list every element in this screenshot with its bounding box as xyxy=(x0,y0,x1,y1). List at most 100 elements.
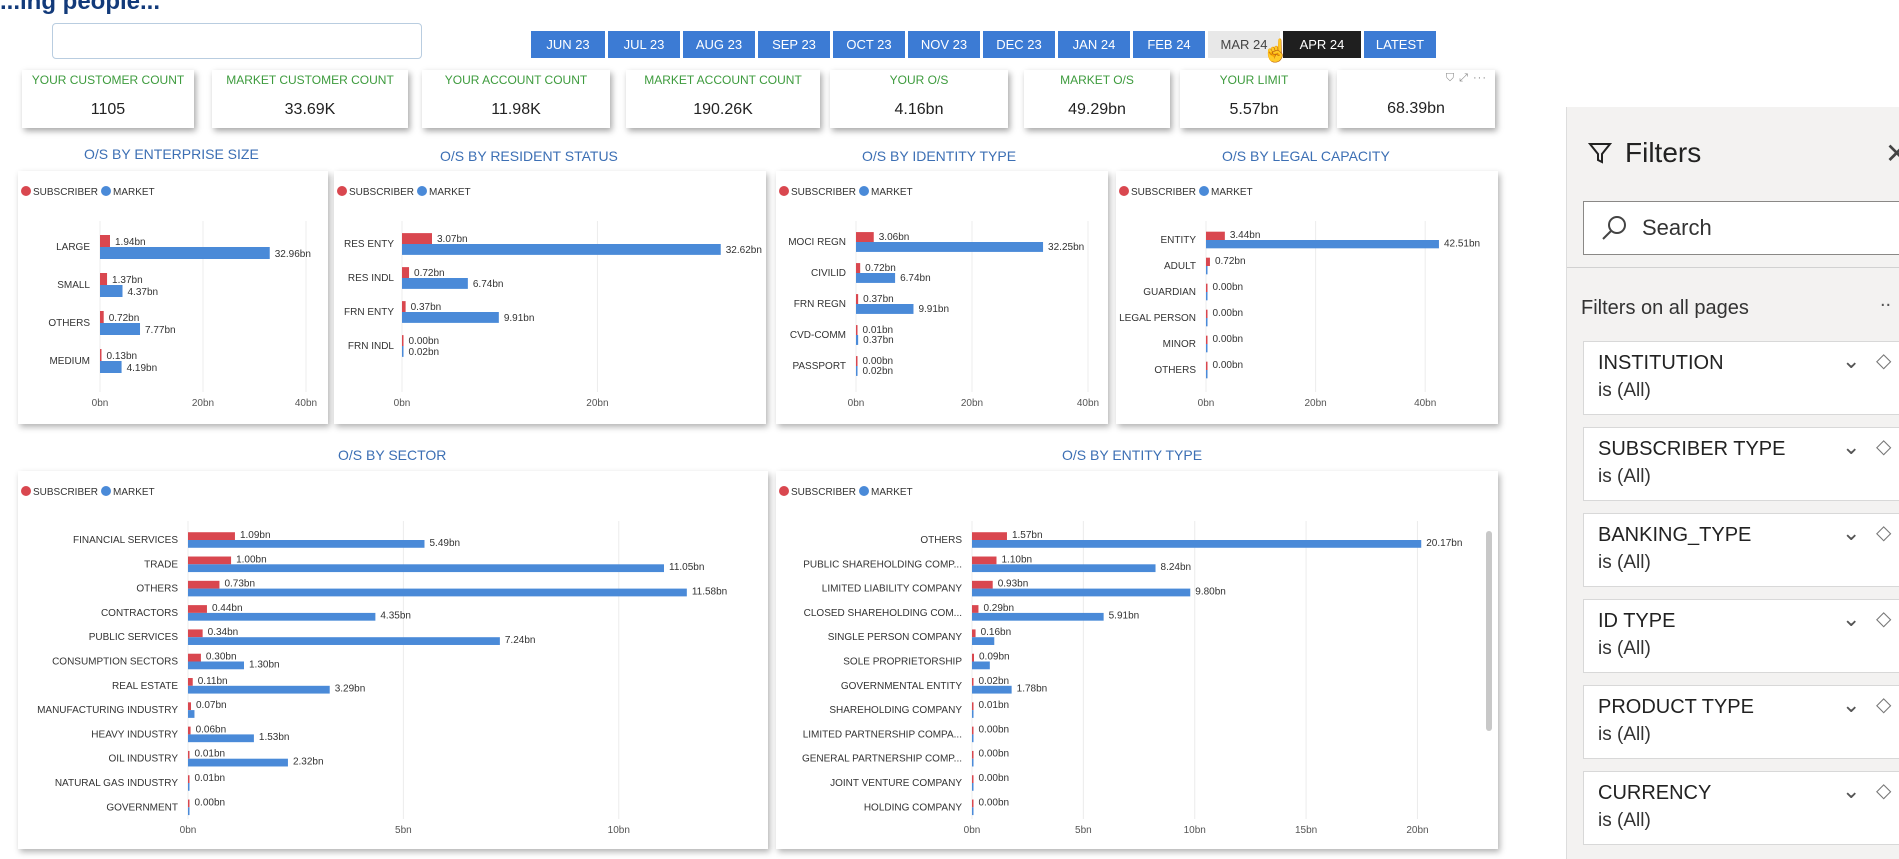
bar-market[interactable] xyxy=(1206,292,1208,301)
bar-subscriber[interactable] xyxy=(188,653,201,662)
bar-market[interactable] xyxy=(402,244,721,255)
bar-market[interactable] xyxy=(402,346,404,357)
chevron-down-icon[interactable]: ⌄ xyxy=(1842,778,1860,804)
month-button[interactable]: OCT 23 xyxy=(833,31,905,58)
close-icon[interactable]: ✕ xyxy=(1885,137,1899,170)
visual-header-icons[interactable]: ⛉ ⤢ ··· xyxy=(1446,72,1487,85)
eraser-icon[interactable]: ◇ xyxy=(1876,434,1891,459)
month-button[interactable]: JAN 24 xyxy=(1058,31,1130,58)
bar-subscriber[interactable] xyxy=(972,702,974,711)
bar-market[interactable] xyxy=(972,807,974,816)
bar-subscriber[interactable] xyxy=(188,702,192,711)
bar-subscriber[interactable] xyxy=(972,653,975,662)
bar-market[interactable] xyxy=(402,278,468,289)
bar-market[interactable] xyxy=(188,758,288,767)
chart-legend[interactable]: SUBSCRIBER MARKET xyxy=(337,186,471,198)
bar-chart[interactable]: SUBSCRIBER MARKET 0bn 20bn 40bn ENTITY 3.44bn 4… xyxy=(1116,171,1498,424)
bar-market[interactable] xyxy=(188,540,425,548)
bar-market[interactable] xyxy=(100,323,141,335)
bar-market[interactable] xyxy=(188,564,664,573)
bar-subscriber[interactable] xyxy=(100,273,108,285)
bar-subscriber[interactable] xyxy=(1206,335,1208,344)
chevron-down-icon[interactable]: ⌄ xyxy=(1842,348,1860,374)
chevron-down-icon[interactable]: ⌄ xyxy=(1842,434,1860,460)
chevron-down-icon[interactable]: ⌄ xyxy=(1842,520,1860,546)
bar-chart[interactable]: SUBSCRIBER MARKET 0bn 20bn 40bn LARGE 1.94bn 32… xyxy=(18,171,328,424)
bar-market[interactable] xyxy=(188,783,190,791)
bar-market[interactable] xyxy=(188,734,254,743)
bar-market[interactable] xyxy=(188,612,376,621)
bar-subscriber[interactable] xyxy=(188,580,220,589)
bar-market[interactable] xyxy=(188,588,687,597)
bar-subscriber[interactable] xyxy=(856,325,858,335)
bar-subscriber[interactable] xyxy=(100,235,110,247)
bar-market[interactable] xyxy=(188,661,244,670)
bar-subscriber[interactable] xyxy=(856,294,859,304)
month-button[interactable]: DEC 23 xyxy=(983,31,1055,58)
bar-subscriber[interactable] xyxy=(972,678,974,686)
bar-subscriber[interactable] xyxy=(972,750,974,759)
month-button[interactable]: JUL 23 xyxy=(608,31,680,58)
bar-market[interactable] xyxy=(856,242,1044,252)
month-button[interactable]: JUN 23 xyxy=(531,31,605,58)
filter-card[interactable]: BANKING_TYPE is (All) ⌄ ◇ xyxy=(1583,513,1899,587)
bar-subscriber[interactable] xyxy=(188,532,235,540)
month-button[interactable]: LATEST xyxy=(1364,31,1436,58)
eraser-icon[interactable]: ◇ xyxy=(1876,606,1891,631)
bar-subscriber[interactable] xyxy=(972,556,997,565)
bar-market[interactable] xyxy=(972,685,1012,694)
filter-card[interactable]: PRODUCT TYPE is (All) ⌄ ◇ xyxy=(1583,685,1899,759)
chevron-down-icon[interactable]: ⌄ xyxy=(1842,606,1860,632)
bar-market[interactable] xyxy=(1206,240,1439,249)
bar-subscriber[interactable] xyxy=(856,263,861,273)
month-button[interactable]: AUG 23 xyxy=(683,31,755,58)
bar-market[interactable] xyxy=(402,312,499,323)
bar-market[interactable] xyxy=(972,564,1156,573)
bar-market[interactable] xyxy=(1206,370,1208,379)
bar-subscriber[interactable] xyxy=(188,678,193,686)
bar-market[interactable] xyxy=(972,783,974,791)
filters-search-input[interactable]: Search xyxy=(1583,201,1899,255)
bar-market[interactable] xyxy=(1206,266,1208,275)
bar-market[interactable] xyxy=(972,758,974,767)
filter-card[interactable]: ID TYPE is (All) ⌄ ◇ xyxy=(1583,599,1899,673)
bar-market[interactable] xyxy=(188,807,190,816)
chart-legend[interactable]: SUBSCRIBER MARKET xyxy=(779,186,913,198)
bar-market[interactable] xyxy=(856,273,896,283)
eraser-icon[interactable]: ◇ xyxy=(1876,692,1891,717)
month-button[interactable]: SEP 23 xyxy=(758,31,830,58)
bar-subscriber[interactable] xyxy=(1206,309,1208,318)
bar-subscriber[interactable] xyxy=(402,233,432,244)
bar-market[interactable] xyxy=(100,285,123,297)
bar-subscriber[interactable] xyxy=(972,532,1007,540)
bar-subscriber[interactable] xyxy=(1206,361,1208,370)
eraser-icon[interactable]: ◇ xyxy=(1876,778,1891,803)
filter-card[interactable]: SUBSCRIBER TYPE is (All) ⌄ ◇ xyxy=(1583,427,1899,501)
chart-legend[interactable]: SUBSCRIBER MARKET xyxy=(1119,186,1253,198)
chevron-down-icon[interactable]: ⌄ xyxy=(1842,692,1860,718)
bar-subscriber[interactable] xyxy=(1206,257,1210,266)
bar-subscriber[interactable] xyxy=(188,605,207,613)
bar-market[interactable] xyxy=(972,661,990,670)
bar-subscriber[interactable] xyxy=(972,580,993,589)
bar-market[interactable] xyxy=(100,361,122,373)
chart-legend[interactable]: SUBSCRIBER MARKET xyxy=(21,486,155,498)
bar-market[interactable] xyxy=(188,710,195,718)
bar-subscriber[interactable] xyxy=(972,775,974,783)
bar-market[interactable] xyxy=(972,588,1191,597)
bar-subscriber[interactable] xyxy=(100,349,102,361)
bar-subscriber[interactable] xyxy=(402,267,410,278)
month-button[interactable]: FEB 24 xyxy=(1133,31,1205,58)
bar-subscriber[interactable] xyxy=(100,311,104,323)
bar-subscriber[interactable] xyxy=(188,799,190,808)
bar-market[interactable] xyxy=(972,540,1422,548)
bar-subscriber[interactable] xyxy=(188,629,203,638)
bar-market[interactable] xyxy=(856,366,858,376)
bar-chart[interactable]: SUBSCRIBER MARKET 0bn 20bn RES ENTY 3.07bn 32.… xyxy=(334,171,766,424)
bar-subscriber[interactable] xyxy=(188,775,190,783)
bar-subscriber[interactable] xyxy=(1206,283,1208,292)
bar-subscriber[interactable] xyxy=(972,605,979,613)
more-options-icon[interactable]: .. xyxy=(1880,289,1891,312)
filter-card[interactable]: INSTITUTION is (All) ⌄ ◇ xyxy=(1583,341,1899,415)
bar-chart[interactable]: SUBSCRIBER MARKET 0bn 5bn 10bn FINANCIAL SERV… xyxy=(18,471,768,849)
